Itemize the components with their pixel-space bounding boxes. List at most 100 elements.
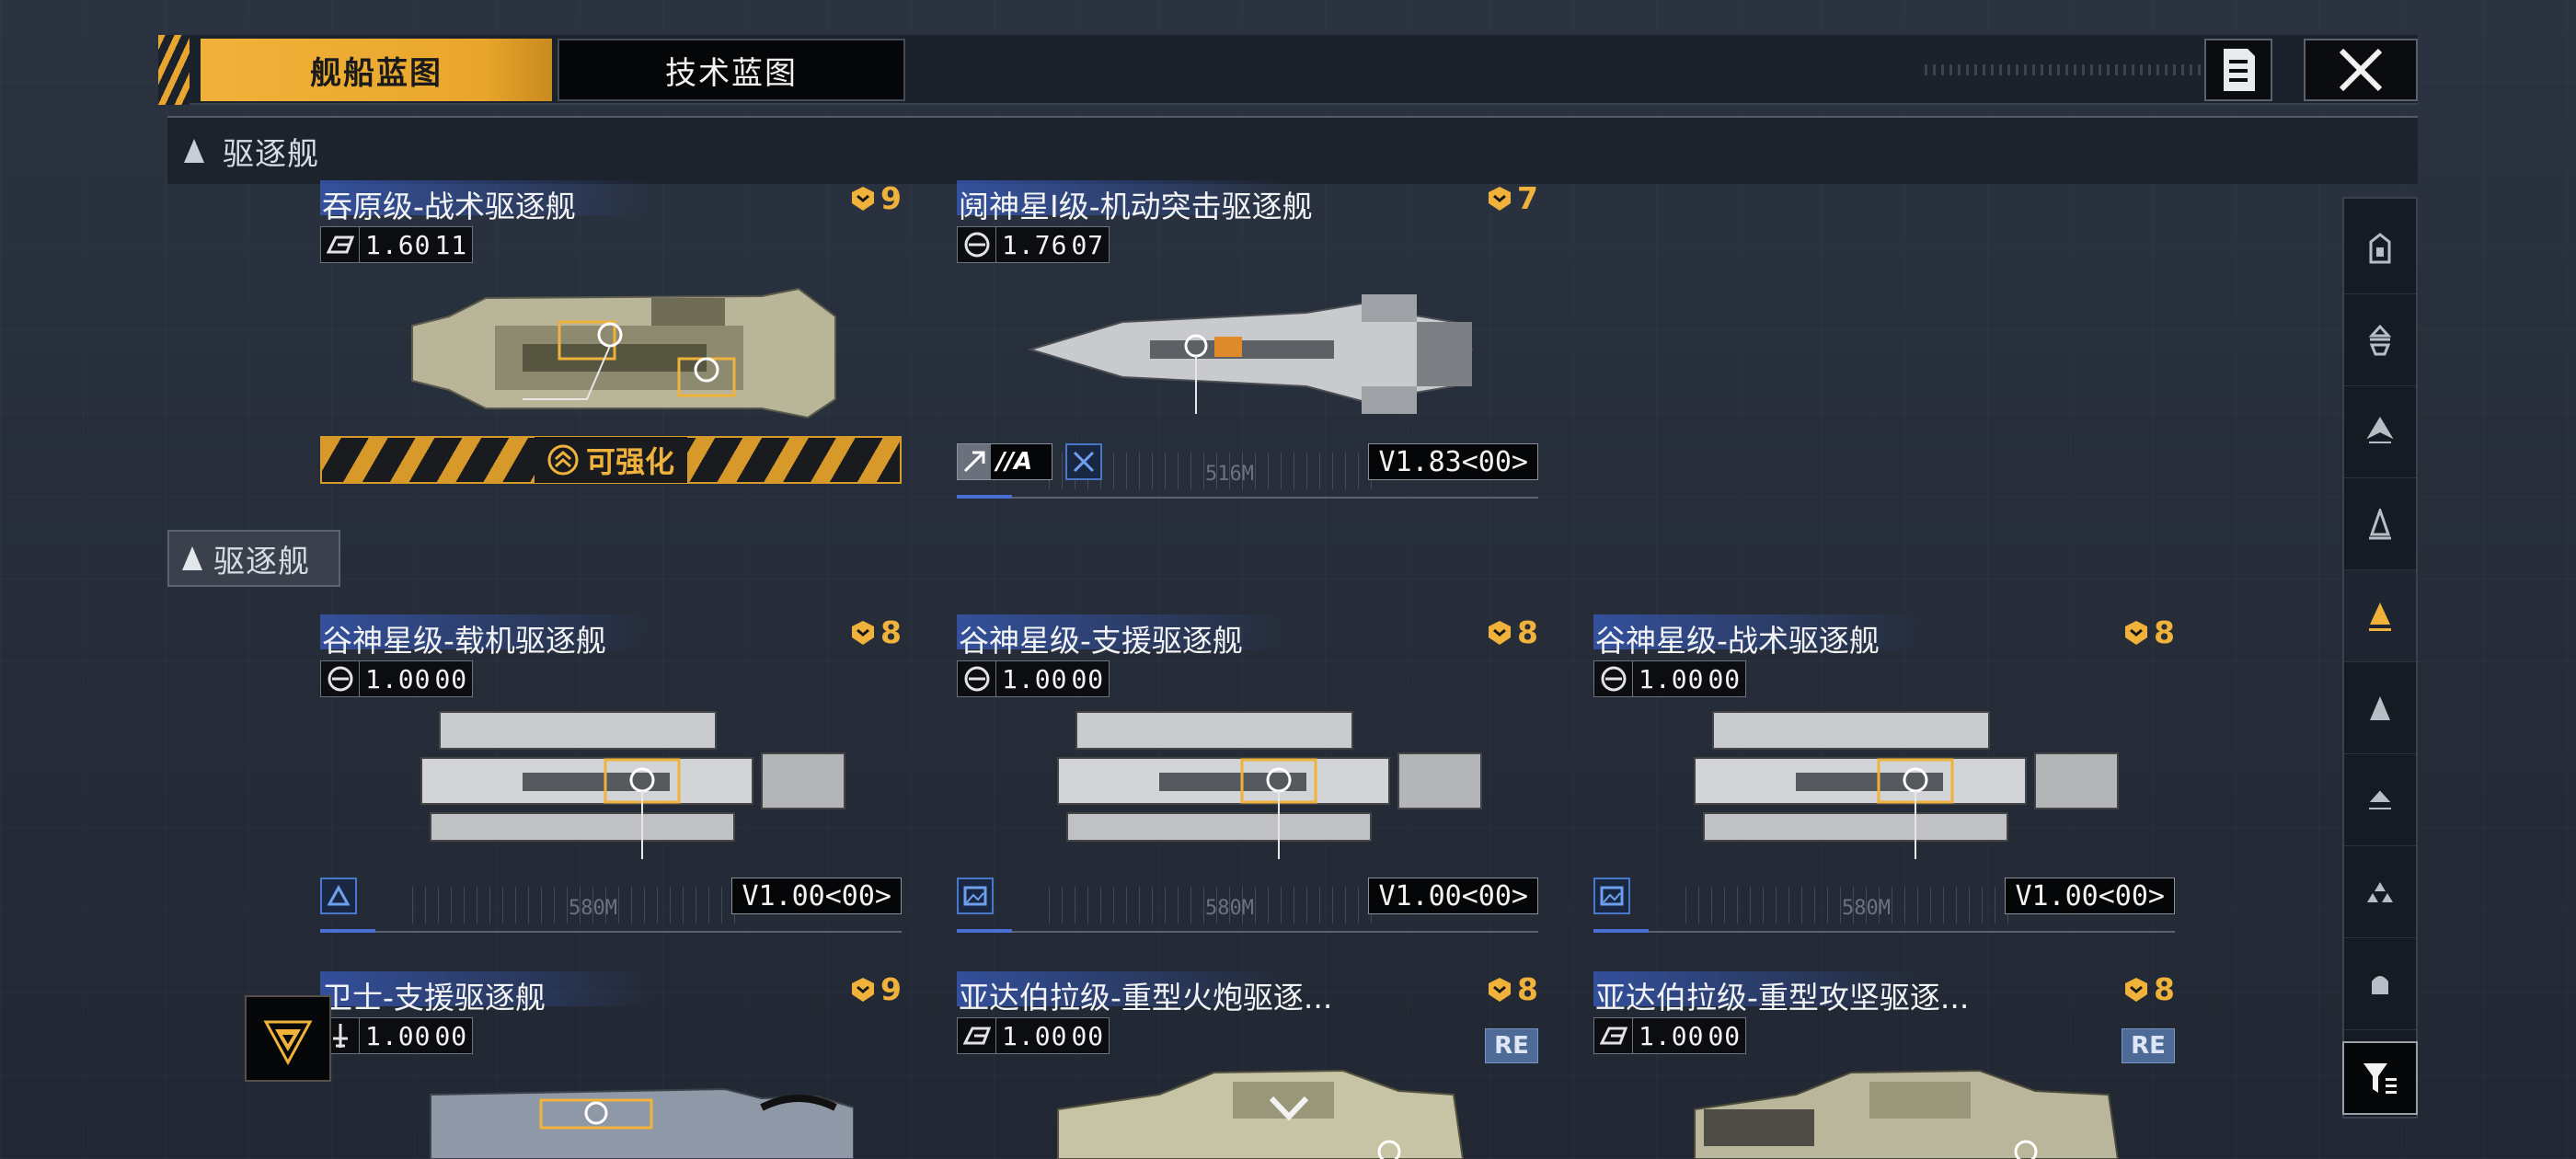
rail-item-squadron[interactable] (2344, 846, 2416, 938)
rail-item-battleship[interactable] (2344, 294, 2416, 386)
attribute-row: //A (957, 443, 1102, 480)
version-number: 1.00 (1639, 1020, 1705, 1051)
destroyer-class-icon (2369, 602, 2391, 631)
re-badge: RE (1485, 1028, 1538, 1063)
ship-card[interactable]: 亚达伯拉级-重型攻坚驱逐... 8 1.00 00 RE (1593, 971, 2175, 1159)
carrier-wing-icon (320, 878, 357, 914)
card-baseline-accent (957, 495, 1012, 499)
decorative-ticks (1925, 64, 2228, 75)
tab-tech-blueprints[interactable]: 技术蓝图 (558, 39, 905, 101)
close-button[interactable] (2304, 39, 2418, 101)
rank-medal-icon (2125, 620, 2148, 645)
rail-item-cruiser[interactable] (2344, 386, 2416, 478)
shield-icon (958, 226, 996, 263)
category-header[interactable]: 驱逐舰 (167, 116, 2418, 184)
ship-card[interactable]: 亚达伯拉级-重型火炮驱逐... 8 1.00 00 RE (957, 971, 1538, 1159)
rank-badge: 8 (2122, 614, 2175, 650)
ship-card[interactable]: 卫士-支援驱逐舰 9 1.00 00 (320, 971, 902, 1159)
rank-badge: 9 (849, 971, 902, 1007)
scroll-down-chevron-icon[interactable] (1266, 1091, 1312, 1128)
rank-badge: 8 (1486, 971, 1538, 1007)
document-icon (2224, 49, 2255, 91)
version-number: 1.60 (365, 229, 431, 260)
version-number: 1.76 (1002, 229, 1068, 260)
version-number: 1.00 (365, 1020, 431, 1051)
speed-icon (958, 1017, 996, 1054)
destroyer-class-icon (184, 139, 204, 163)
rank-value: 8 (1517, 614, 1538, 650)
rail-item-destroyer[interactable] (2344, 570, 2416, 662)
rank-medal-icon (1489, 620, 1512, 645)
rail-item-fighter[interactable] (2344, 754, 2416, 846)
ship-title: 卫士-支援驱逐舰 (322, 980, 546, 1016)
rank-value: 8 (2154, 614, 2175, 650)
support-image-icon (1593, 878, 1630, 914)
rank-medal-icon (1489, 977, 1512, 1002)
rank-badge: 8 (849, 614, 902, 650)
version-suffix: 00 (1708, 1020, 1742, 1051)
upgrade-label: 可强化 (585, 444, 674, 479)
rank-badge: 7 (1486, 180, 1538, 216)
ship-card[interactable]: 阋神星I级-机动突击驱逐舰 7 1.76 07 516M //A V1.83<0… (957, 180, 1538, 499)
shield-icon (321, 660, 360, 697)
rank-medal-icon (852, 620, 875, 645)
document-button[interactable] (2204, 39, 2272, 101)
filter-button[interactable] (2342, 1041, 2418, 1115)
ship-card[interactable]: 谷神星级-战术驱逐舰 8 1.00 00 580M V1.00<00> (1593, 614, 2175, 933)
rail-item-corvette[interactable] (2344, 662, 2416, 754)
support-class-icon (2372, 975, 2388, 994)
version-number: 1.00 (1002, 1020, 1068, 1051)
tab-ship-blueprints[interactable]: 舰船蓝图 (201, 39, 552, 101)
squadron-class-icon (2367, 881, 2393, 902)
rank-badge: 8 (2122, 971, 2175, 1007)
ship-image (1694, 711, 2119, 859)
rank-badge: 8 (1486, 614, 1538, 650)
ship-image (1694, 1069, 2120, 1159)
dimension-label: 580M (1842, 897, 1891, 920)
crossed-weapons-icon (1065, 443, 1102, 480)
frigate-class-icon (2369, 508, 2391, 539)
rank-medal-icon (852, 977, 875, 1002)
dimension-label: 516M (1205, 463, 1254, 486)
close-icon (2339, 48, 2383, 92)
top-bar: 舰船蓝图 技术蓝图 (158, 35, 2418, 105)
rank-value: 7 (1517, 180, 1538, 216)
hazard-stripe (158, 35, 190, 105)
rank-value: 9 (880, 971, 902, 1007)
rank-value: 8 (880, 614, 902, 650)
ship-card[interactable]: 谷神星级-支援驱逐舰 8 1.00 00 580M V1.00<00> (957, 614, 1538, 933)
corvette-class-icon (2370, 695, 2390, 720)
rail-item-support[interactable] (2344, 938, 2416, 1030)
version-tag: V1.83<00> (1368, 443, 1538, 480)
version-tag: V1.00<00> (731, 878, 902, 914)
rank-medal-icon (1489, 186, 1512, 211)
shield-icon (1594, 660, 1633, 697)
cruiser-class-icon (2366, 416, 2394, 443)
rail-item-carrier[interactable] (2344, 202, 2416, 294)
ship-title: 吞原级-战术驱逐舰 (322, 189, 576, 224)
version-box: 1.00 00 (957, 1017, 1110, 1054)
version-box: 1.00 00 (320, 1017, 473, 1054)
ship-card[interactable]: 谷神星级-载机驱逐舰 8 1.00 00 580M V1.00<00> (320, 614, 902, 933)
card-baseline (320, 931, 902, 933)
ship-card[interactable]: 吞原级-战术驱逐舰 9 1.60 11 可强化 (320, 180, 902, 499)
card-baseline-accent (1593, 929, 1649, 933)
fighter-class-icon (2369, 790, 2391, 809)
ship-title: 亚达伯拉级-重型火炮驱逐... (959, 980, 1333, 1016)
faction-emblem-button[interactable] (245, 995, 331, 1082)
card-baseline (957, 497, 1538, 499)
upgrade-bar[interactable]: 可强化 (320, 436, 902, 484)
version-suffix: 00 (1071, 1020, 1105, 1051)
version-suffix: 00 (434, 1020, 468, 1051)
attack-icon (958, 444, 991, 479)
filter-icon (2363, 1063, 2397, 1094)
speed-icon (321, 226, 360, 263)
ship-title: 谷神星级-支援驱逐舰 (959, 623, 1243, 659)
rail-item-frigate[interactable] (2344, 478, 2416, 570)
rank-badge: 9 (849, 180, 902, 216)
version-suffix: 11 (434, 229, 468, 260)
dimension-label: 580M (1205, 897, 1254, 920)
upgrade-label-wrap: 可强化 (534, 437, 687, 483)
dimension-label: 580M (569, 897, 617, 920)
ship-title: 亚达伯拉级-重型攻坚驱逐... (1595, 980, 1970, 1016)
